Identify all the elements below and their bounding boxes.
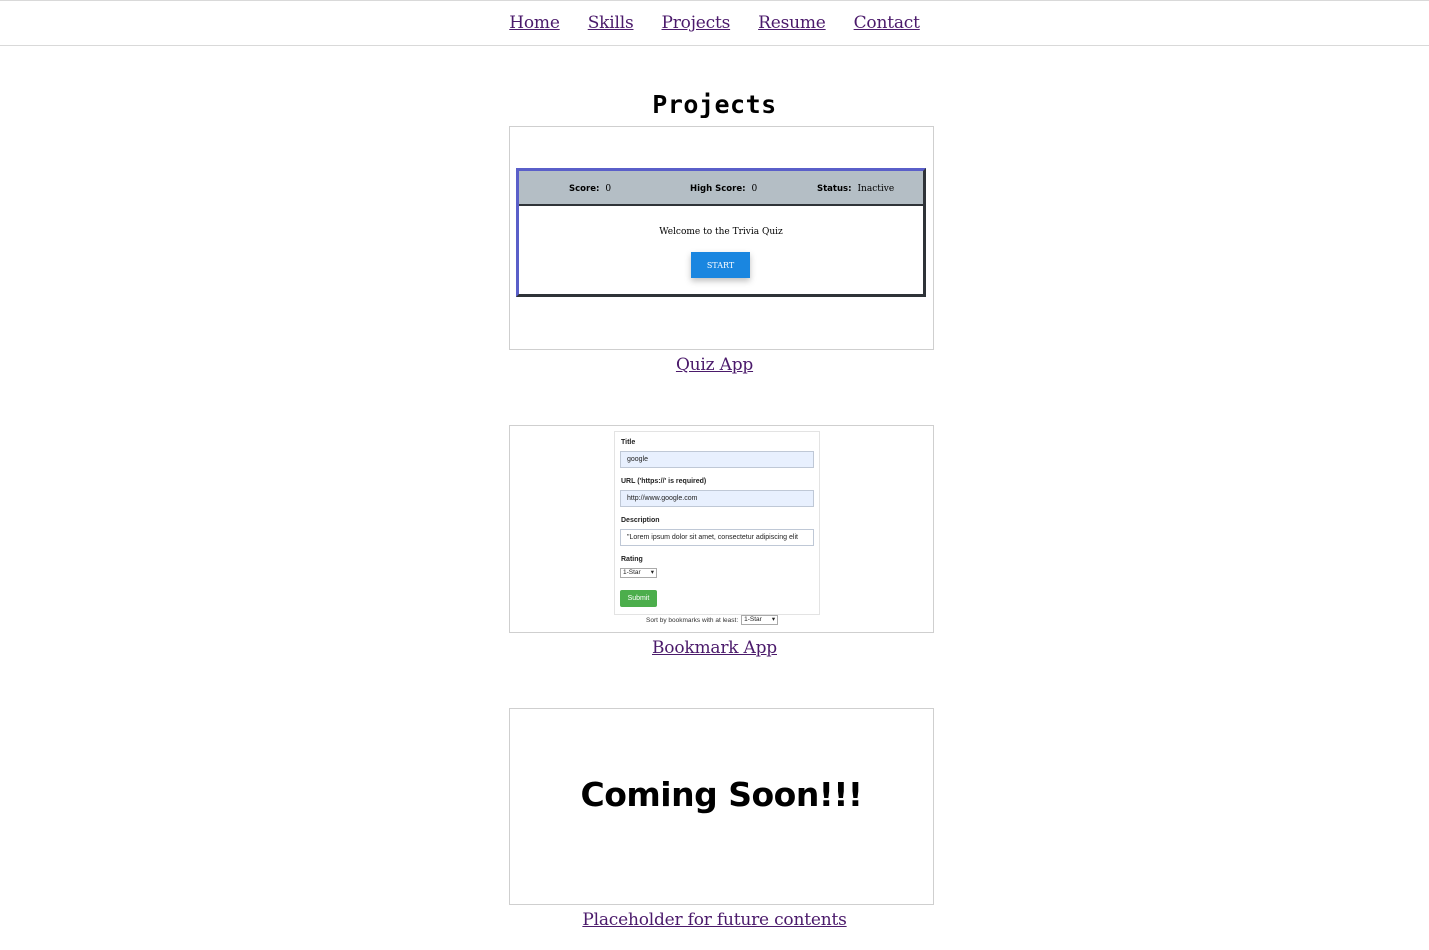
quiz-app-link[interactable]: Quiz App [0, 355, 1429, 375]
nav-link-home[interactable]: Home [509, 13, 560, 33]
quiz-status-bar: Score: 0 High Score: 0 Status: Inactive [519, 171, 923, 206]
bookmark-form-preview: Title google URL ('https://' is required… [614, 431, 820, 615]
bm-rating-label: Rating [621, 556, 643, 563]
quiz-start-button: START [691, 252, 750, 278]
bm-sort-control: Sort by bookmarks with at least: 1-Star ▾ [646, 615, 779, 625]
bm-rating-select: 1-Star ▾ [620, 568, 657, 578]
bm-description-label: Description [621, 517, 660, 524]
placeholder-link[interactable]: Placeholder for future contents [0, 910, 1429, 930]
bm-submit-button: Submit [620, 590, 657, 607]
bm-description-field: "Lorem ipsum dolor sit amet, consectetur… [620, 529, 814, 546]
nav-link-projects[interactable]: Projects [662, 13, 731, 33]
quiz-score: Score: 0 [569, 184, 612, 194]
page-title: Projects [652, 90, 777, 119]
nav-link-resume[interactable]: Resume [758, 13, 826, 33]
quiz-status: Status: Inactive [817, 184, 895, 194]
coming-soon-image[interactable]: Coming Soon!!! [509, 708, 934, 905]
bm-url-field: http://www.google.com [620, 490, 814, 507]
bookmark-app-link[interactable]: Bookmark App [0, 638, 1429, 658]
bm-sort-select: 1-Star ▾ [741, 615, 779, 625]
bm-title-label: Title [621, 439, 636, 446]
chevron-down-icon: ▾ [771, 616, 776, 623]
bookmark-app-screenshot[interactable]: Title google URL ('https://' is required… [509, 425, 934, 633]
coming-soon-text: Coming Soon!!! [580, 775, 863, 814]
quiz-high-score: High Score: 0 [690, 184, 758, 194]
chevron-down-icon: ▾ [650, 569, 654, 576]
top-nav: Home Skills Projects Resume Contact [0, 0, 1429, 46]
bm-title-field: google [620, 451, 814, 468]
bm-url-label: URL ('https://' is required) [621, 478, 707, 485]
nav-link-skills[interactable]: Skills [588, 13, 634, 33]
quiz-app-screenshot[interactable]: Score: 0 High Score: 0 Status: Inactive Wel… [509, 126, 934, 350]
quiz-preview: Score: 0 High Score: 0 Status: Inactive Wel… [516, 168, 926, 297]
quiz-welcome-text: Welcome to the Trivia Quiz [659, 227, 783, 237]
nav-link-contact[interactable]: Contact [854, 13, 920, 33]
